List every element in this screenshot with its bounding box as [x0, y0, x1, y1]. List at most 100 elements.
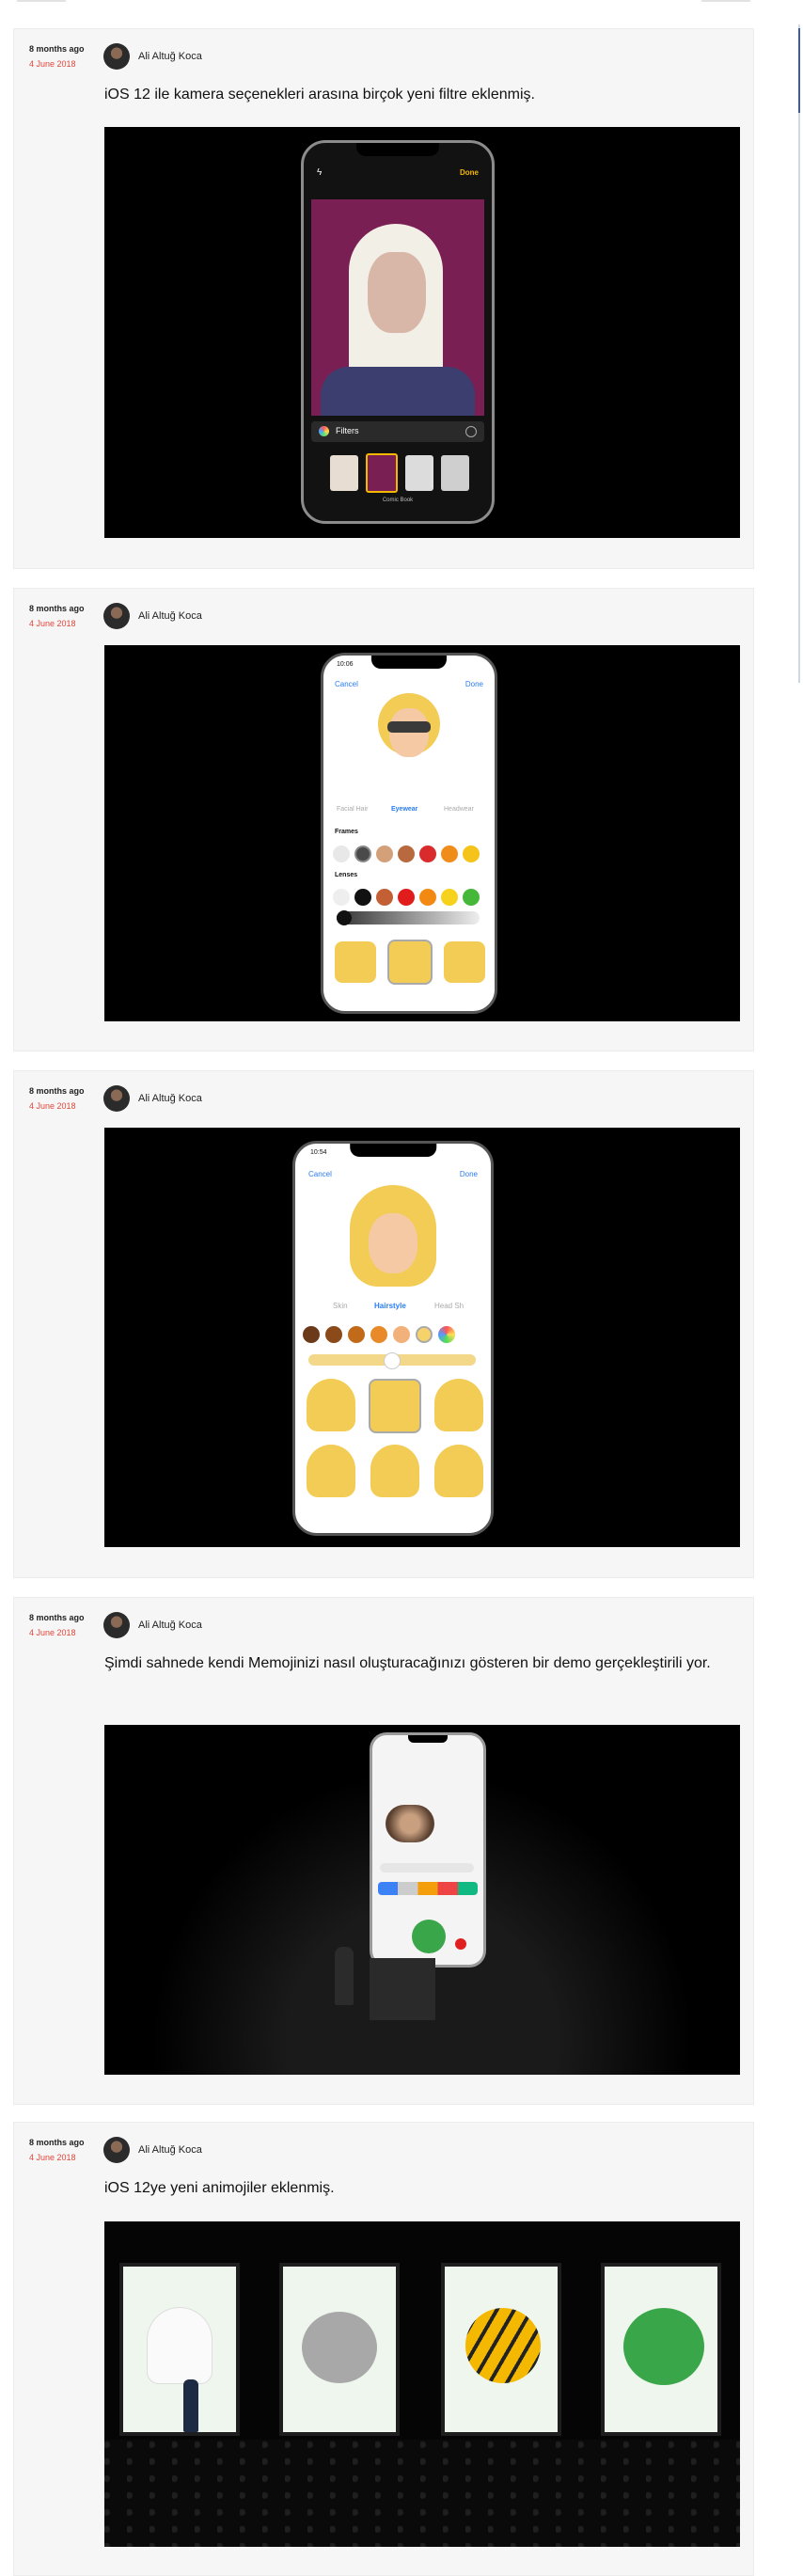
post-card-1: 8 months ago 4 June 2018 Ali Altuğ Koca … [13, 28, 754, 569]
time-ago: 8 months ago [29, 604, 85, 613]
hairstyle-option-selected[interactable] [369, 1379, 421, 1433]
post-date[interactable]: 4 June 2018 [29, 618, 85, 629]
hairstyle-option[interactable] [370, 1445, 419, 1497]
avatar [103, 2137, 130, 2163]
dinosaur-animoji [412, 1920, 446, 1953]
color-swatch[interactable] [348, 1326, 365, 1343]
lens-swatch[interactable] [441, 889, 458, 906]
filter-thumb[interactable] [330, 455, 358, 491]
tab-headwear[interactable]: Headwear [444, 806, 474, 813]
style-option[interactable] [335, 941, 376, 983]
post-text: Şimdi sahnede kendi Memojinizi nasıl olu… [104, 1655, 711, 1671]
hairstyle-option[interactable] [434, 1445, 483, 1497]
filter-thumb[interactable] [405, 455, 433, 491]
hairstyle-option[interactable] [307, 1445, 355, 1497]
opacity-slider[interactable] [337, 910, 480, 925]
cancel-button[interactable]: Cancel [335, 680, 358, 688]
time-ago: 8 months ago [29, 44, 85, 54]
frame-swatch[interactable] [333, 845, 350, 862]
style-option[interactable] [444, 941, 485, 983]
filter-thumb[interactable] [441, 455, 469, 491]
post-date[interactable]: 4 June 2018 [29, 1627, 85, 1638]
hair-color-swatches [303, 1326, 455, 1343]
post-meta: 8 months ago 4 June 2018 [29, 603, 85, 629]
camera-preview [311, 199, 484, 416]
presenter [183, 2379, 198, 2432]
done-button[interactable]: Done [460, 168, 479, 177]
sunglasses [387, 721, 431, 733]
author[interactable]: Ali Altuğ Koca [103, 2137, 202, 2163]
frame-swatch[interactable] [463, 845, 480, 862]
lens-swatch[interactable] [463, 889, 480, 906]
color-swatch-selected[interactable] [416, 1326, 433, 1343]
screen-notch [408, 1735, 448, 1743]
hairstyle-option[interactable] [307, 1379, 355, 1431]
hairstyle-option[interactable] [434, 1379, 483, 1431]
filters-bar[interactable]: Filters [311, 421, 484, 442]
post-image: ϟ Done Filters Comic Book [104, 127, 740, 538]
tab-eyewear[interactable]: Eyewear [391, 806, 417, 813]
post-date[interactable]: 4 June 2018 [29, 1100, 85, 1112]
post-text: iOS 12ye yeni animojiler eklenmiş. [104, 2180, 335, 2196]
koala-animoji [302, 2312, 377, 2383]
author[interactable]: Ali Altuğ Koca [103, 1085, 202, 1112]
tab-head-shape[interactable]: Head Sh [434, 1302, 464, 1310]
lens-swatch[interactable] [398, 889, 415, 906]
post-date[interactable]: 4 June 2018 [29, 58, 85, 70]
portrait-shirt [321, 367, 475, 416]
tab-skin[interactable]: Skin [333, 1302, 348, 1310]
top-bar [0, 0, 803, 24]
portrait-face [368, 252, 426, 333]
scrollbar-track[interactable] [798, 24, 800, 683]
author-name: Ali Altuğ Koca [138, 2144, 202, 2156]
post-meta: 8 months ago 4 June 2018 [29, 43, 85, 70]
cancel-button[interactable]: Cancel [308, 1170, 332, 1178]
lens-swatch[interactable] [354, 889, 371, 906]
post-image [104, 2221, 740, 2547]
slider-knob[interactable] [337, 910, 352, 925]
post-card-5: 8 months ago 4 June 2018 Ali Altuğ Koca … [13, 2122, 754, 2576]
time-ago: 8 months ago [29, 1613, 85, 1622]
phone-mockup: 10:06 Cancel Done Facial Hair Eyewear He… [321, 653, 497, 1014]
author[interactable]: Ali Altuğ Koca [103, 603, 202, 629]
avatar [103, 1612, 130, 1638]
post-image: 10:06 Cancel Done Facial Hair Eyewear He… [104, 645, 740, 1021]
color-swatch[interactable] [325, 1326, 342, 1343]
color-swatch[interactable] [370, 1326, 387, 1343]
tab-hairstyle[interactable]: Hairstyle [374, 1302, 406, 1310]
style-option-selected[interactable] [387, 940, 433, 985]
avatar [103, 43, 130, 70]
shade-slider[interactable] [308, 1352, 476, 1369]
memoji-face [389, 708, 429, 757]
author-name: Ali Altuğ Koca [138, 1620, 202, 1631]
presenter [335, 1947, 354, 2005]
frame-swatch[interactable] [354, 845, 371, 862]
lens-swatch[interactable] [376, 889, 393, 906]
lens-swatch[interactable] [419, 889, 436, 906]
post-date[interactable]: 4 June 2018 [29, 2152, 85, 2163]
time-ago: 8 months ago [29, 1086, 85, 1096]
stage-screen-ghost [119, 2263, 240, 2436]
author[interactable]: Ali Altuğ Koca [103, 43, 202, 70]
post-text: iOS 12 ile kamera seçenekleri arasına bi… [104, 87, 535, 103]
frame-swatch[interactable] [419, 845, 436, 862]
filter-settings-icon[interactable] [465, 426, 477, 437]
slider-knob[interactable] [384, 1352, 401, 1369]
done-button[interactable]: Done [460, 1170, 478, 1178]
lens-swatch[interactable] [333, 889, 350, 906]
phone-mockup: 10:54 Cancel Done Skin Hairstyle Head Sh [292, 1141, 494, 1536]
filter-thumb-selected[interactable] [366, 453, 398, 493]
scrollbar-thumb[interactable] [798, 28, 800, 113]
author-name: Ali Altuğ Koca [138, 1093, 202, 1104]
done-button[interactable]: Done [465, 680, 483, 688]
memoji-preview [350, 1185, 436, 1288]
frame-swatch[interactable] [398, 845, 415, 862]
more-colors-icon[interactable] [438, 1326, 455, 1343]
filter-name: Comic Book [382, 498, 414, 503]
frame-swatch[interactable] [376, 845, 393, 862]
color-swatch[interactable] [303, 1326, 320, 1343]
color-swatch[interactable] [393, 1326, 410, 1343]
tab-facial-hair[interactable]: Facial Hair [337, 806, 368, 813]
frame-swatch[interactable] [441, 845, 458, 862]
author[interactable]: Ali Altuğ Koca [103, 1612, 202, 1638]
